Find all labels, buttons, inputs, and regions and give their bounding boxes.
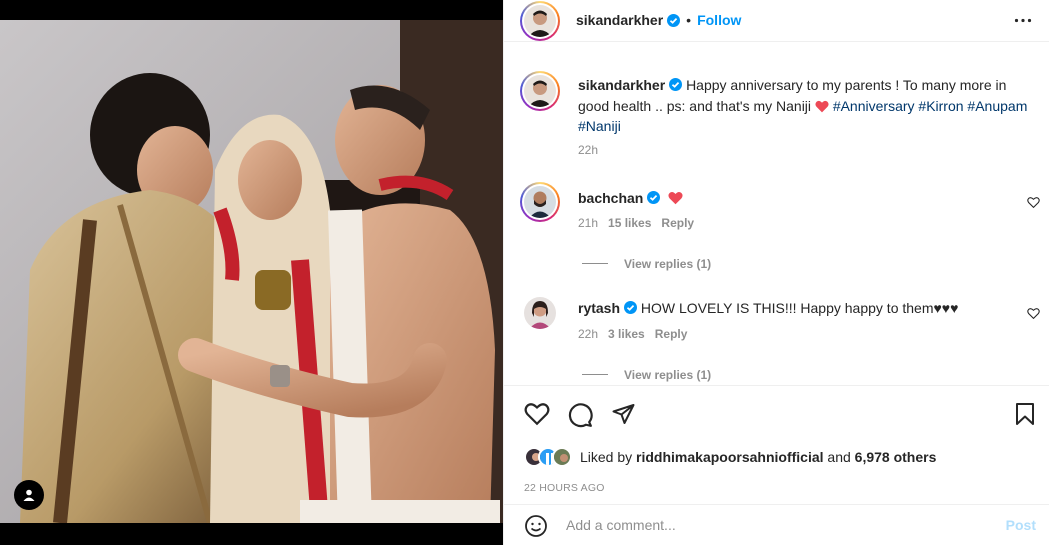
comment-meta: 21h 15 likes Reply bbox=[578, 216, 694, 230]
verified-badge-icon bbox=[669, 78, 683, 91]
replies-line bbox=[582, 263, 608, 265]
liked-by-and: and bbox=[827, 449, 851, 465]
author-avatar[interactable] bbox=[520, 1, 560, 41]
post-time-ago[interactable]: 22 HOURS AGO bbox=[524, 482, 605, 494]
comment-reply-button[interactable]: Reply bbox=[655, 327, 688, 341]
red-heart-icon bbox=[815, 100, 829, 112]
commenter-avatar[interactable] bbox=[520, 182, 560, 222]
comment-text: HOW LOVELY IS THIS!!! Happy happy to the… bbox=[640, 300, 959, 316]
verified-badge-icon bbox=[624, 301, 638, 314]
post-sidebar: sikandarkher • Follow sikandarkher Happy… bbox=[503, 0, 1049, 545]
caption-author-avatar[interactable] bbox=[520, 71, 560, 111]
like-comment-heart-icon[interactable] bbox=[1027, 307, 1040, 320]
comment-username[interactable]: bachchan bbox=[578, 190, 643, 206]
post-comment-button[interactable]: Post bbox=[1006, 517, 1036, 533]
comment-item: bachchan bbox=[578, 188, 683, 209]
liked-by-prefix: Liked by bbox=[580, 449, 633, 465]
like-comment-heart-icon[interactable] bbox=[1027, 196, 1040, 209]
post-header: sikandarkher • Follow bbox=[504, 0, 1049, 42]
verified-badge-icon bbox=[667, 13, 681, 27]
tagged-user-icon[interactable] bbox=[14, 480, 44, 510]
action-bar bbox=[504, 385, 1049, 445]
comment-username[interactable]: rytash bbox=[578, 300, 620, 316]
share-paper-plane-icon[interactable] bbox=[611, 402, 636, 426]
view-replies[interactable]: View replies (1) bbox=[582, 366, 711, 384]
comment-reply-button[interactable]: Reply bbox=[661, 216, 694, 230]
save-bookmark-icon[interactable] bbox=[1014, 402, 1036, 426]
comments-list[interactable]: sikandarkher Happy anniversary to my par… bbox=[504, 43, 1049, 385]
likes-summary: Liked by riddhimakapoorsahniofficial and… bbox=[524, 447, 936, 467]
commenter-avatar[interactable] bbox=[520, 293, 560, 333]
wedding-photo-illustration bbox=[0, 20, 503, 523]
verified-badge-icon bbox=[647, 191, 661, 204]
comment-item: rytash HOW LOVELY IS THIS!!! Happy happy… bbox=[578, 298, 998, 319]
replies-line bbox=[582, 374, 608, 376]
caption-time: 22h bbox=[578, 143, 599, 157]
add-comment-bar: Add a comment... Post bbox=[504, 504, 1049, 545]
caption-hashtag[interactable]: #Anniversary bbox=[833, 98, 915, 114]
liked-by-others[interactable]: 6,978 others bbox=[855, 449, 937, 465]
post-photo[interactable] bbox=[0, 20, 503, 523]
author-username[interactable]: sikandarkher bbox=[576, 12, 663, 28]
comment-likes[interactable]: 3 likes bbox=[608, 327, 645, 341]
red-heart-icon bbox=[668, 191, 683, 205]
liked-by-user[interactable]: riddhimakapoorsahniofficial bbox=[636, 449, 823, 465]
follow-button[interactable]: Follow bbox=[697, 12, 741, 28]
liker-avatar[interactable] bbox=[552, 447, 572, 467]
view-replies-label[interactable]: View replies (1) bbox=[624, 257, 711, 271]
post-media bbox=[0, 0, 503, 545]
view-replies-label[interactable]: View replies (1) bbox=[624, 368, 711, 382]
comment-meta: 22h 3 likes Reply bbox=[578, 327, 687, 341]
post-caption: sikandarkher Happy anniversary to my par… bbox=[578, 75, 1028, 137]
comment-time: 21h bbox=[578, 216, 599, 230]
comment-likes[interactable]: 15 likes bbox=[608, 216, 651, 230]
comment-time: 22h bbox=[578, 327, 599, 341]
separator-dot: • bbox=[686, 12, 692, 28]
caption-username[interactable]: sikandarkher bbox=[578, 77, 665, 93]
view-replies[interactable]: View replies (1) bbox=[582, 255, 711, 273]
more-options-icon[interactable] bbox=[1014, 18, 1032, 23]
like-heart-icon[interactable] bbox=[524, 402, 550, 426]
emoji-icon[interactable] bbox=[524, 514, 548, 538]
add-comment-input[interactable]: Add a comment... bbox=[566, 517, 676, 533]
comment-bubble-icon[interactable] bbox=[567, 402, 593, 428]
